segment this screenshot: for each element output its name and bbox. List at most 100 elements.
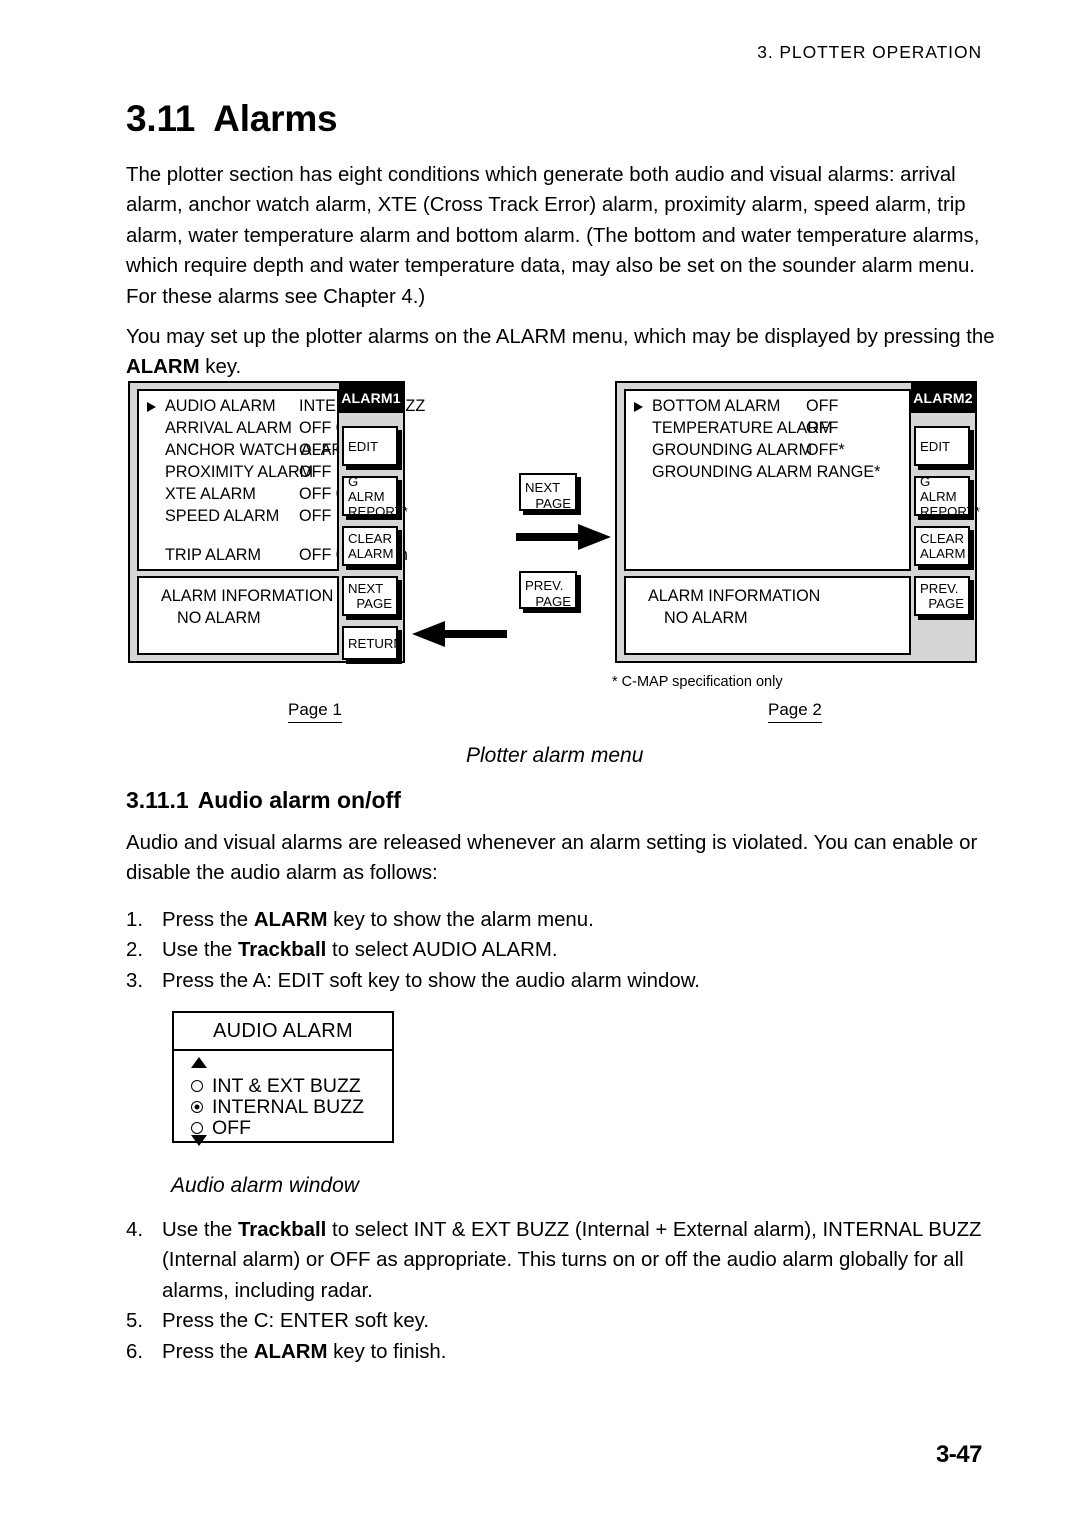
step-text-pre: Use the [162,939,238,962]
menu-row-value: OFF [299,507,332,525]
page-number: 3-47 [935,1441,983,1468]
alarm-information-title: ALARM INFORMATION [648,586,821,605]
transition-key-line2: PAGE [535,593,571,609]
softkey-prev-page[interactable]: PREV. PAGE [914,576,970,616]
step-number: 1. [126,909,144,931]
paragraph-2-post: key. [199,356,242,379]
alarm1-information-box: ALARM INFORMATION NO ALARM [137,575,339,655]
softkey-line1: EDIT [348,438,379,454]
step-text-pre: Press the [162,909,254,931]
cursor-triangle-icon [634,402,643,412]
softkey-g-alrm-report[interactable]: G ALRM REPORT* [914,474,980,519]
softkey-return[interactable]: RETURN [342,626,403,660]
alarm2-page-title: ALARM2 [911,383,975,413]
audio-alarm-window-title: AUDIO ALARM [174,1013,392,1051]
subsection-heading: 3.11.1 Audio alarm on/off [126,787,401,814]
softkey-line2: PAGE [356,596,392,611]
alarm-information-text: NO ALARM [177,608,261,627]
menu-row[interactable]: ANCHOR WATCH ALARM OFF 0.010nm [139,441,399,465]
list-item: 6. Press the ALARM key to finish. [126,1337,1004,1367]
softkey-line2: PAGE [928,596,964,611]
alarm1-screen-body: AUDIO ALARM INTERNAL BUZZ ARRIVAL ALARM … [130,383,425,661]
audio-alarm-option-off[interactable]: OFF [191,1116,251,1140]
softkey-line1: NEXT [348,581,384,596]
softkey-next-page[interactable]: NEXT PAGE [342,576,398,616]
menu-row-label: BOTTOM ALARM [652,397,781,415]
radio-selected-icon [191,1100,203,1113]
section-paragraph-1: The plotter section has eight conditions… [126,164,980,308]
menu-row[interactable]: TEMPERATURE ALARM OFF [626,419,909,443]
menu-row-value: OFF [806,397,839,415]
section-heading: 3.11 Alarms [126,98,338,140]
alarm-information-text: NO ALARM [664,608,748,627]
transition-key-line2: PAGE [535,495,571,511]
audio-alarm-option-label: OFF [212,1117,251,1139]
softkey-line2: REPORT* [920,503,980,519]
step-text-pre: Press the A: EDIT soft key to show the a… [162,969,700,992]
transition-key-line1: PREV. [525,578,564,593]
alarm2-menu-list: BOTTOM ALARM OFF TEMPERATURE ALARM OFF G… [624,389,911,571]
step-text-bold: ALARM [253,909,328,931]
step-number: 4. [126,1219,144,1241]
step-text-pre: Use the [162,1219,238,1241]
audio-alarm-window-body: INT & EXT BUZZ INTERNAL BUZZ OFF [174,1051,392,1146]
softkey-edit[interactable]: EDIT [914,426,970,466]
figure-audio-window-caption: Audio alarm window [171,1174,359,1197]
softkey-line1: RETURN [348,635,403,651]
menu-row-label: GROUNDING ALARM RANGE* [652,463,881,481]
softkey-clear-alarm[interactable]: CLEAR ALARM [914,526,970,566]
softkey-line1: EDIT [920,438,951,454]
softkey-line1: CLEAR [348,531,392,546]
section-heading-number: 3.11 [126,98,196,139]
audio-alarm-option-label: INT & EXT BUZZ [212,1075,361,1097]
paragraph-2-bold: ALARM [126,356,200,379]
softkey-line1: CLEAR [920,531,964,546]
steps-list-first: 1. Press the ALARM key to show the alarm … [126,905,1004,996]
step-number: 2. [126,939,144,962]
alarm2-screen-body: BOTTOM ALARM OFF TEMPERATURE ALARM OFF G… [617,383,911,661]
step-text-post: to select AUDIO ALARM. [326,939,558,962]
menu-row[interactable]: GROUNDING ALARM RANGE* [626,463,909,487]
step-text-pre: Press the C: ENTER soft key. [162,1310,430,1333]
transition-key-line1: NEXT [525,480,561,495]
section-paragraph-2: You may set up the plotter alarms on the… [126,322,1004,383]
scroll-up-arrow-icon[interactable] [191,1057,207,1068]
menu-row-label: PROXIMITY ALARM [165,463,314,481]
alarm2-softkey-column: ALARM2 EDIT G ALRM REPORT* CLEAR ALARM P… [911,383,980,661]
transition-key-next-page[interactable]: NEXT PAGE [519,473,577,511]
step-number: 3. [126,969,144,992]
paragraph-2-pre: You may set up the plotter alarms on the… [126,326,995,348]
step-number: 5. [126,1310,144,1333]
figure-alarm-menu-caption: Plotter alarm menu [466,744,644,767]
softkey-line2: ALARM [348,546,394,561]
alarm1-menu-list: AUDIO ALARM INTERNAL BUZZ ARRIVAL ALARM … [137,389,425,571]
subsection-heading-number: 3.11.1 [126,787,189,813]
list-item: 2. Use the Trackball to select AUDIO ALAR… [126,935,1004,965]
menu-row[interactable]: PROXIMITY ALARM OFF [139,463,337,487]
arrow-left-icon [411,620,507,648]
alarm-information-title: ALARM INFORMATION [161,586,334,605]
step-text-post: key to finish. [327,1340,447,1363]
subsection-heading-title: Audio alarm on/off [197,787,401,813]
menu-row[interactable]: BOTTOM ALARM OFF [626,397,909,421]
menu-row-value: OFF [299,463,332,481]
figure-footnote: * C-MAP specification only [612,674,783,690]
softkey-edit[interactable]: EDIT [342,426,398,466]
softkey-clear-alarm[interactable]: CLEAR ALARM [342,526,398,566]
menu-row[interactable]: AUDIO ALARM INTERNAL BUZZ [139,397,425,421]
menu-row[interactable]: ARRIVAL ALARM OFF 0.010nm [139,419,399,443]
section-heading-title: Alarms [213,98,338,139]
alarm-menu-screen-page-1: AUDIO ALARM INTERNAL BUZZ ARRIVAL ALARM … [128,381,425,663]
transition-key-prev-page[interactable]: PREV. PAGE [519,571,577,609]
menu-row-label: XTE ALARM [165,485,256,503]
menu-row-label: ARRIVAL ALARM [165,419,292,437]
menu-row-label: TRIP ALARM [165,546,261,564]
menu-row[interactable]: TRIP ALARM OFF 0000.0nm [139,546,408,570]
menu-row[interactable]: XTE ALARM OFF 0.050nm [139,485,399,509]
softkey-g-alrm-report[interactable]: G ALRM REPORT* [342,474,408,519]
cursor-triangle-icon [147,402,156,412]
radio-unselected-icon [191,1079,203,1092]
step-text-bold: ALARM [253,1340,328,1363]
menu-row[interactable]: SPEED ALARM OFF [139,507,337,531]
menu-row[interactable]: GROUNDING ALARM OFF* [626,441,909,465]
